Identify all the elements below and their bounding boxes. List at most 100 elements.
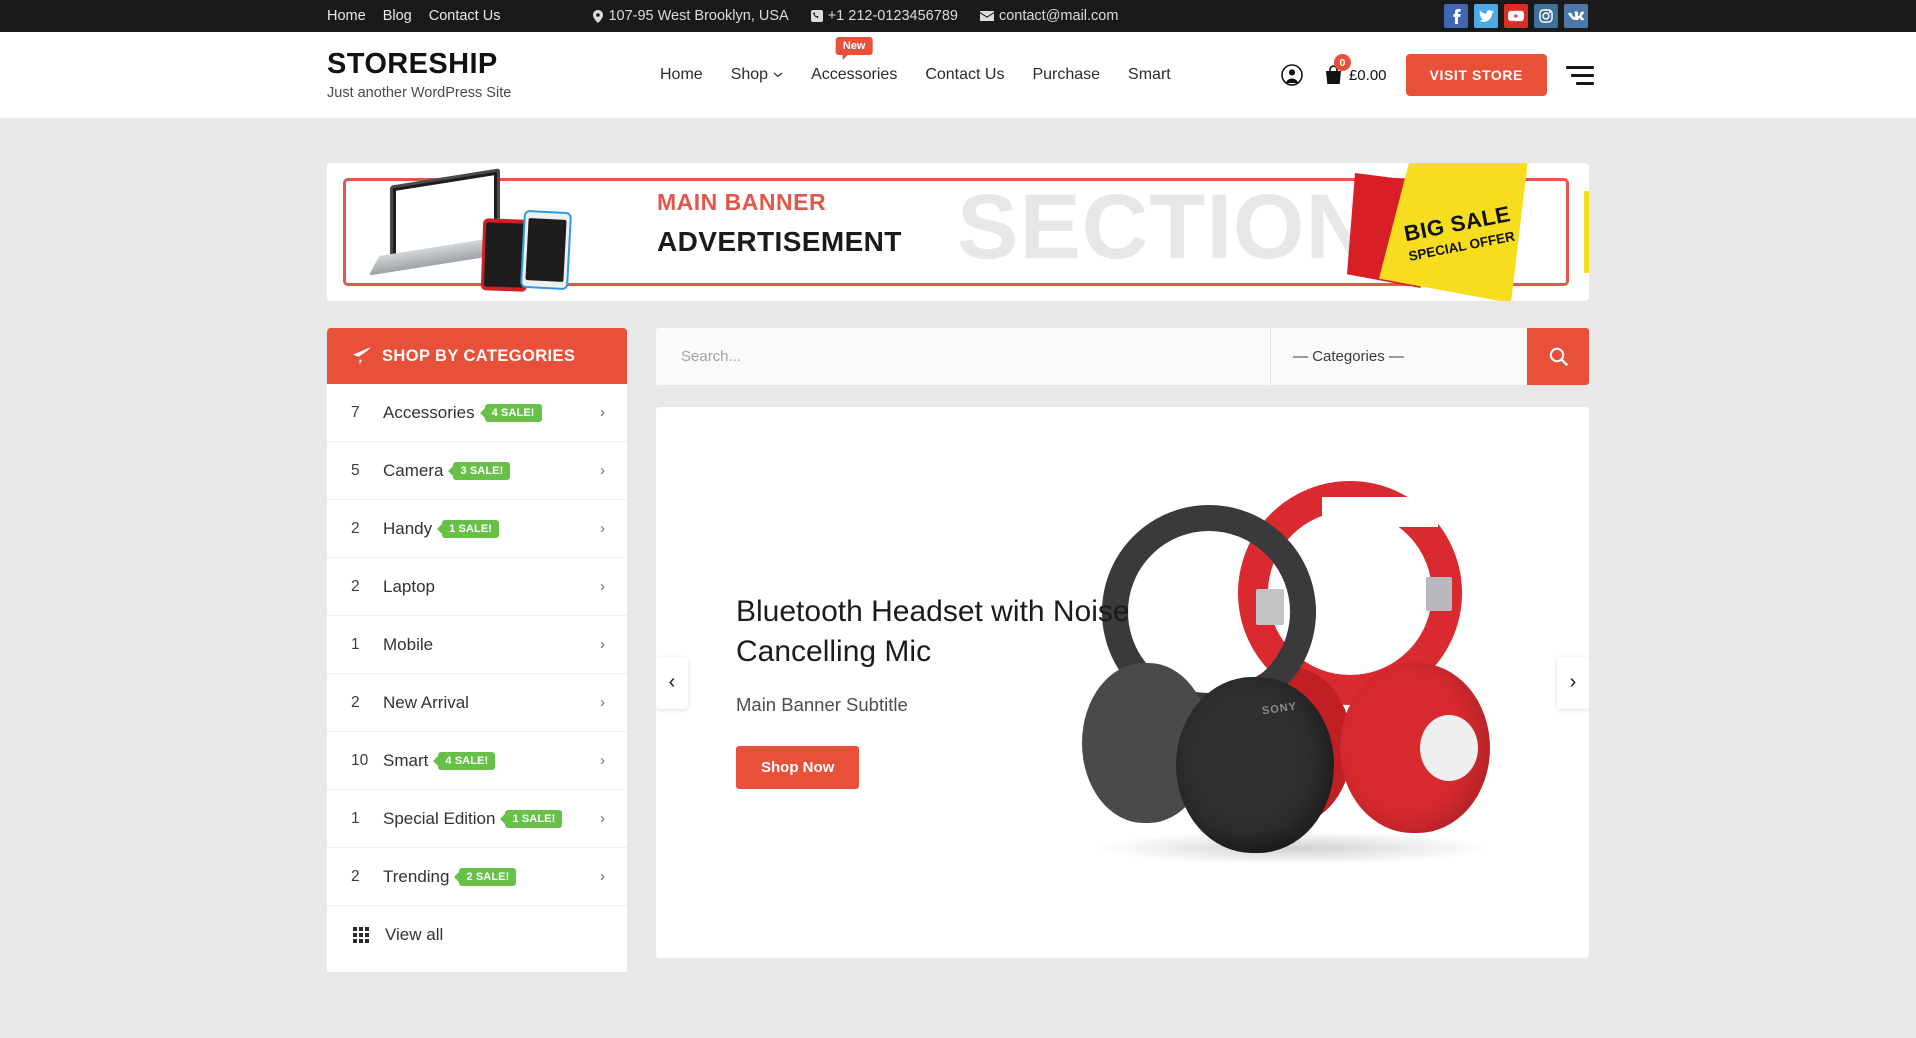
advertisement-banner[interactable]: SECTION MAIN BANNER ADVERTISEMENT BIG SA… xyxy=(327,163,1589,301)
twitter-icon[interactable] xyxy=(1474,4,1498,28)
category-name: Smart xyxy=(383,750,429,770)
category-row-mobile[interactable]: 1 Mobile › xyxy=(327,616,627,674)
nav-item-home[interactable]: Home xyxy=(660,66,703,84)
category-row-laptop[interactable]: 2 Laptop › xyxy=(327,558,627,616)
grid-icon xyxy=(353,927,369,943)
category-name: Handy xyxy=(383,518,433,538)
category-count: 10 xyxy=(351,751,369,769)
nav-label-smart: Smart xyxy=(1128,66,1171,83)
chevron-right-icon: › xyxy=(600,578,605,595)
category-name: New Arrival xyxy=(383,692,469,712)
chevron-right-icon: › xyxy=(600,694,605,711)
chevron-right-icon: › xyxy=(600,752,605,769)
paper-plane-icon xyxy=(353,347,371,364)
nav-label-contact-us: Contact Us xyxy=(925,66,1005,83)
brand[interactable]: STORESHIP Just another WordPress Site xyxy=(327,48,627,101)
top-bar: Home Blog Contact Us 107-95 West Brookly… xyxy=(0,0,1916,32)
category-row-camera[interactable]: 5 Camera 3 SALE! › xyxy=(327,442,627,500)
topbar-contact-info: 107-95 West Brooklyn, USA +1 212-0123456… xyxy=(593,8,1118,24)
search-input[interactable] xyxy=(656,328,1270,385)
category-count: 1 xyxy=(351,809,360,827)
site-tagline: Just another WordPress Site xyxy=(327,84,512,101)
address-text: 107-95 West Brooklyn, USA xyxy=(608,8,789,24)
cart-total: £0.00 xyxy=(1348,66,1387,84)
category-sale-badge: 2 SALE! xyxy=(459,867,517,886)
chevron-right-icon: › xyxy=(600,404,605,421)
big-sale-ribbon: BIG SALE SPECIAL OFFER xyxy=(1339,163,1569,301)
visit-store-button[interactable]: VISIT STORE xyxy=(1405,54,1547,96)
slide-subtitle: Main Banner Subtitle xyxy=(736,693,908,715)
main-navigation: Home Shop New Accessories Contact Us Pur… xyxy=(660,37,1171,84)
ad-devices-illustration xyxy=(368,168,632,292)
category-row-handy[interactable]: 2 Handy 1 SALE! › xyxy=(327,500,627,558)
nav-item-smart[interactable]: Smart xyxy=(1128,66,1171,84)
chevron-right-icon: › xyxy=(600,462,605,479)
instagram-icon[interactable] xyxy=(1534,4,1558,28)
slider-prev-button[interactable]: ‹ xyxy=(656,656,688,709)
topbar-link-contact-us[interactable]: Contact Us xyxy=(429,8,501,24)
hamburger-menu-icon[interactable] xyxy=(1566,65,1594,85)
youtube-icon[interactable] xyxy=(1504,4,1528,28)
topbar-link-blog[interactable]: Blog xyxy=(383,8,412,24)
content-columns: SHOP BY CATEGORIES 7 Accessories 4 SALE!… xyxy=(327,328,1589,972)
ad-line-1: MAIN BANNER xyxy=(657,189,827,215)
envelope-icon xyxy=(979,11,994,21)
nav-label-accessories: Accessories xyxy=(811,66,898,83)
category-name: Laptop xyxy=(383,576,435,596)
ad-ghost-text: SECTION xyxy=(957,176,1373,278)
nav-item-contact-us[interactable]: Contact Us xyxy=(925,66,1004,84)
phone-text: +1 212-0123456789 xyxy=(827,8,958,24)
category-row-smart[interactable]: 10 Smart 4 SALE! › xyxy=(327,732,627,790)
chevron-right-icon: › xyxy=(600,636,605,653)
category-count: 2 xyxy=(351,693,360,711)
nav-label-purchase: Purchase xyxy=(1032,66,1101,83)
category-sale-badge: 1 SALE! xyxy=(505,809,563,828)
category-sale-badge: 4 SALE! xyxy=(438,751,496,770)
account-icon[interactable] xyxy=(1281,64,1303,86)
category-row-special-edition[interactable]: 1 Special Edition 1 SALE! › xyxy=(327,790,627,848)
slider-next-button[interactable]: › xyxy=(1557,656,1589,709)
page-body: SECTION MAIN BANNER ADVERTISEMENT BIG SA… xyxy=(0,118,1916,972)
ad-next-slide-edge xyxy=(1584,191,1589,273)
shop-now-button[interactable]: Shop Now xyxy=(736,745,860,789)
chevron-right-icon: › xyxy=(600,868,605,885)
category-count: 1 xyxy=(351,635,360,653)
category-name: Trending xyxy=(383,866,450,886)
hero-slider: SONY Bluetooth Headset with Noise Cancel… xyxy=(656,407,1589,958)
topbar-links: Home Blog Contact Us xyxy=(327,8,500,24)
chevron-down-icon xyxy=(773,72,783,78)
address-item: 107-95 West Brooklyn, USA xyxy=(593,8,789,24)
category-row-accessories[interactable]: 7 Accessories 4 SALE! › xyxy=(327,384,627,442)
slide-title: Bluetooth Headset with Noise Cancelling … xyxy=(736,595,1130,668)
category-view-all[interactable]: View all xyxy=(327,906,627,964)
category-name: Camera xyxy=(383,460,444,480)
nav-label-shop: Shop xyxy=(730,66,769,83)
category-row-new-arrival[interactable]: 2 New Arrival › xyxy=(327,674,627,732)
category-count: 2 xyxy=(351,867,360,885)
vk-icon[interactable] xyxy=(1564,4,1588,28)
location-pin-icon xyxy=(593,9,604,23)
search-icon xyxy=(1549,347,1568,366)
category-sale-badge: 3 SALE! xyxy=(453,461,511,480)
category-sidebar: SHOP BY CATEGORIES 7 Accessories 4 SALE!… xyxy=(327,328,627,972)
topbar-link-home[interactable]: Home xyxy=(327,8,366,24)
category-count: 2 xyxy=(351,519,360,537)
search-submit-button[interactable] xyxy=(1527,328,1589,385)
category-row-trending[interactable]: 2 Trending 2 SALE! › xyxy=(327,848,627,906)
category-count: 7 xyxy=(351,403,360,421)
nav-item-purchase[interactable]: Purchase xyxy=(1032,66,1100,84)
category-name: Accessories xyxy=(383,402,475,422)
cart-widget[interactable]: 0 £0.00 xyxy=(1322,54,1387,86)
nav-label-home: Home xyxy=(660,66,703,83)
product-search-bar: — Categories — xyxy=(656,328,1589,385)
category-sale-badge: 1 SALE! xyxy=(442,519,500,538)
email-item: contact@mail.com xyxy=(979,8,1118,24)
search-category-select[interactable]: — Categories — xyxy=(1270,328,1527,385)
site-title: STORESHIP xyxy=(327,48,498,81)
nav-item-accessories[interactable]: New Accessories xyxy=(811,37,898,84)
facebook-icon[interactable] xyxy=(1444,4,1468,28)
nav-item-shop[interactable]: Shop xyxy=(731,66,783,84)
category-sale-badge: 4 SALE! xyxy=(484,403,542,422)
content-container: SECTION MAIN BANNER ADVERTISEMENT BIG SA… xyxy=(327,163,1589,972)
view-all-label: View all xyxy=(385,925,444,944)
